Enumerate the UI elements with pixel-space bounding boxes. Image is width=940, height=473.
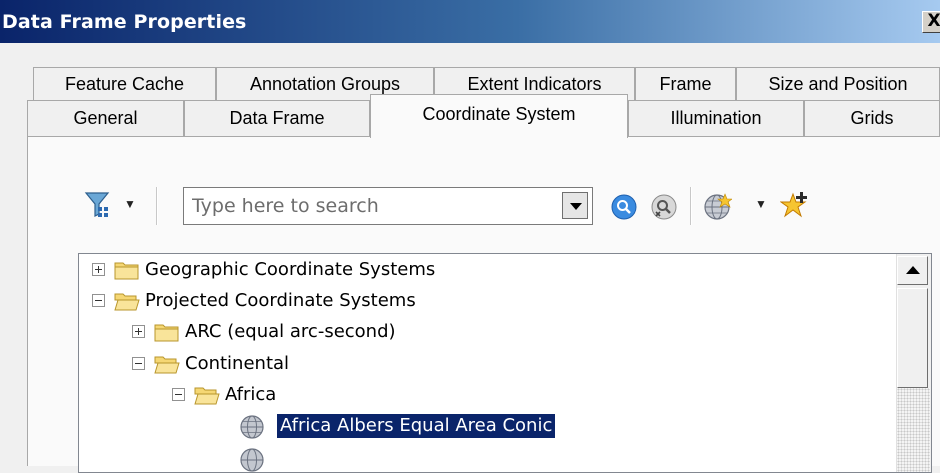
close-button[interactable]: X [922, 11, 940, 33]
tree-vertical-scrollbar[interactable] [896, 254, 931, 472]
tab-coordinate-system[interactable]: Coordinate System [370, 94, 628, 138]
coordinate-system-tree[interactable]: Geographic Coordinate Systems Projected … [78, 253, 932, 473]
search-icon[interactable] [610, 193, 638, 221]
collapse-icon[interactable] [132, 357, 145, 370]
tab-size-and-position[interactable]: Size and Position [736, 67, 940, 101]
search-box[interactable] [183, 187, 593, 225]
toolbar-separator [156, 187, 158, 225]
folder-icon [154, 321, 180, 348]
tab-data-frame[interactable]: Data Frame [184, 100, 370, 136]
filter-dropdown-arrow-icon[interactable]: ▼ [124, 197, 136, 211]
expand-icon[interactable] [132, 325, 145, 338]
open-folder-icon [114, 290, 140, 317]
open-folder-icon [154, 353, 180, 380]
tab-panel-coordinate-system: ▼ ▼ [27, 136, 940, 473]
search-history-dropdown[interactable] [562, 192, 588, 219]
collapse-icon[interactable] [172, 388, 185, 401]
title-bar: Data Frame Properties X [0, 0, 940, 43]
toolbar-separator [690, 187, 692, 225]
clear-search-icon[interactable] [650, 193, 678, 221]
search-input[interactable] [192, 193, 532, 219]
tree-item-africa[interactable]: Africa [172, 380, 672, 410]
scroll-thumb[interactable] [897, 288, 928, 388]
collapse-icon[interactable] [92, 294, 105, 307]
tab-grids[interactable]: Grids [804, 100, 940, 136]
tab-feature-cache[interactable]: Feature Cache [33, 67, 216, 101]
tree-item-arc-equal-arc-second[interactable]: ARC (equal arc-second) [132, 317, 632, 347]
tree-item-projected-coordinate-systems[interactable]: Projected Coordinate Systems [92, 286, 592, 316]
tab-frame[interactable]: Frame [635, 67, 736, 101]
tab-general[interactable]: General [27, 100, 184, 136]
tree-item-geographic-coordinate-systems[interactable]: Geographic Coordinate Systems [92, 255, 592, 285]
expand-icon[interactable] [92, 263, 105, 276]
scroll-track[interactable] [897, 388, 930, 472]
filter-icon[interactable] [84, 190, 114, 220]
coordinate-system-globe-icon [239, 447, 265, 472]
tree-item-africa-albers-equal-area-conic[interactable]: Africa Albers Equal Area Conic [239, 411, 739, 441]
tree-item-next[interactable] [239, 444, 279, 472]
coordinate-system-globe-icon [239, 414, 265, 445]
open-folder-icon [194, 384, 220, 411]
tab-illumination[interactable]: Illumination [628, 100, 804, 136]
folder-icon [114, 259, 140, 286]
scroll-up-button[interactable] [897, 256, 928, 285]
favorite-star-icon[interactable] [779, 189, 812, 221]
tree-item-continental[interactable]: Continental [132, 349, 632, 379]
window-title: Data Frame Properties [2, 11, 247, 33]
globe-dropdown-arrow-icon[interactable]: ▼ [755, 197, 767, 211]
globe-icon[interactable] [702, 192, 733, 222]
